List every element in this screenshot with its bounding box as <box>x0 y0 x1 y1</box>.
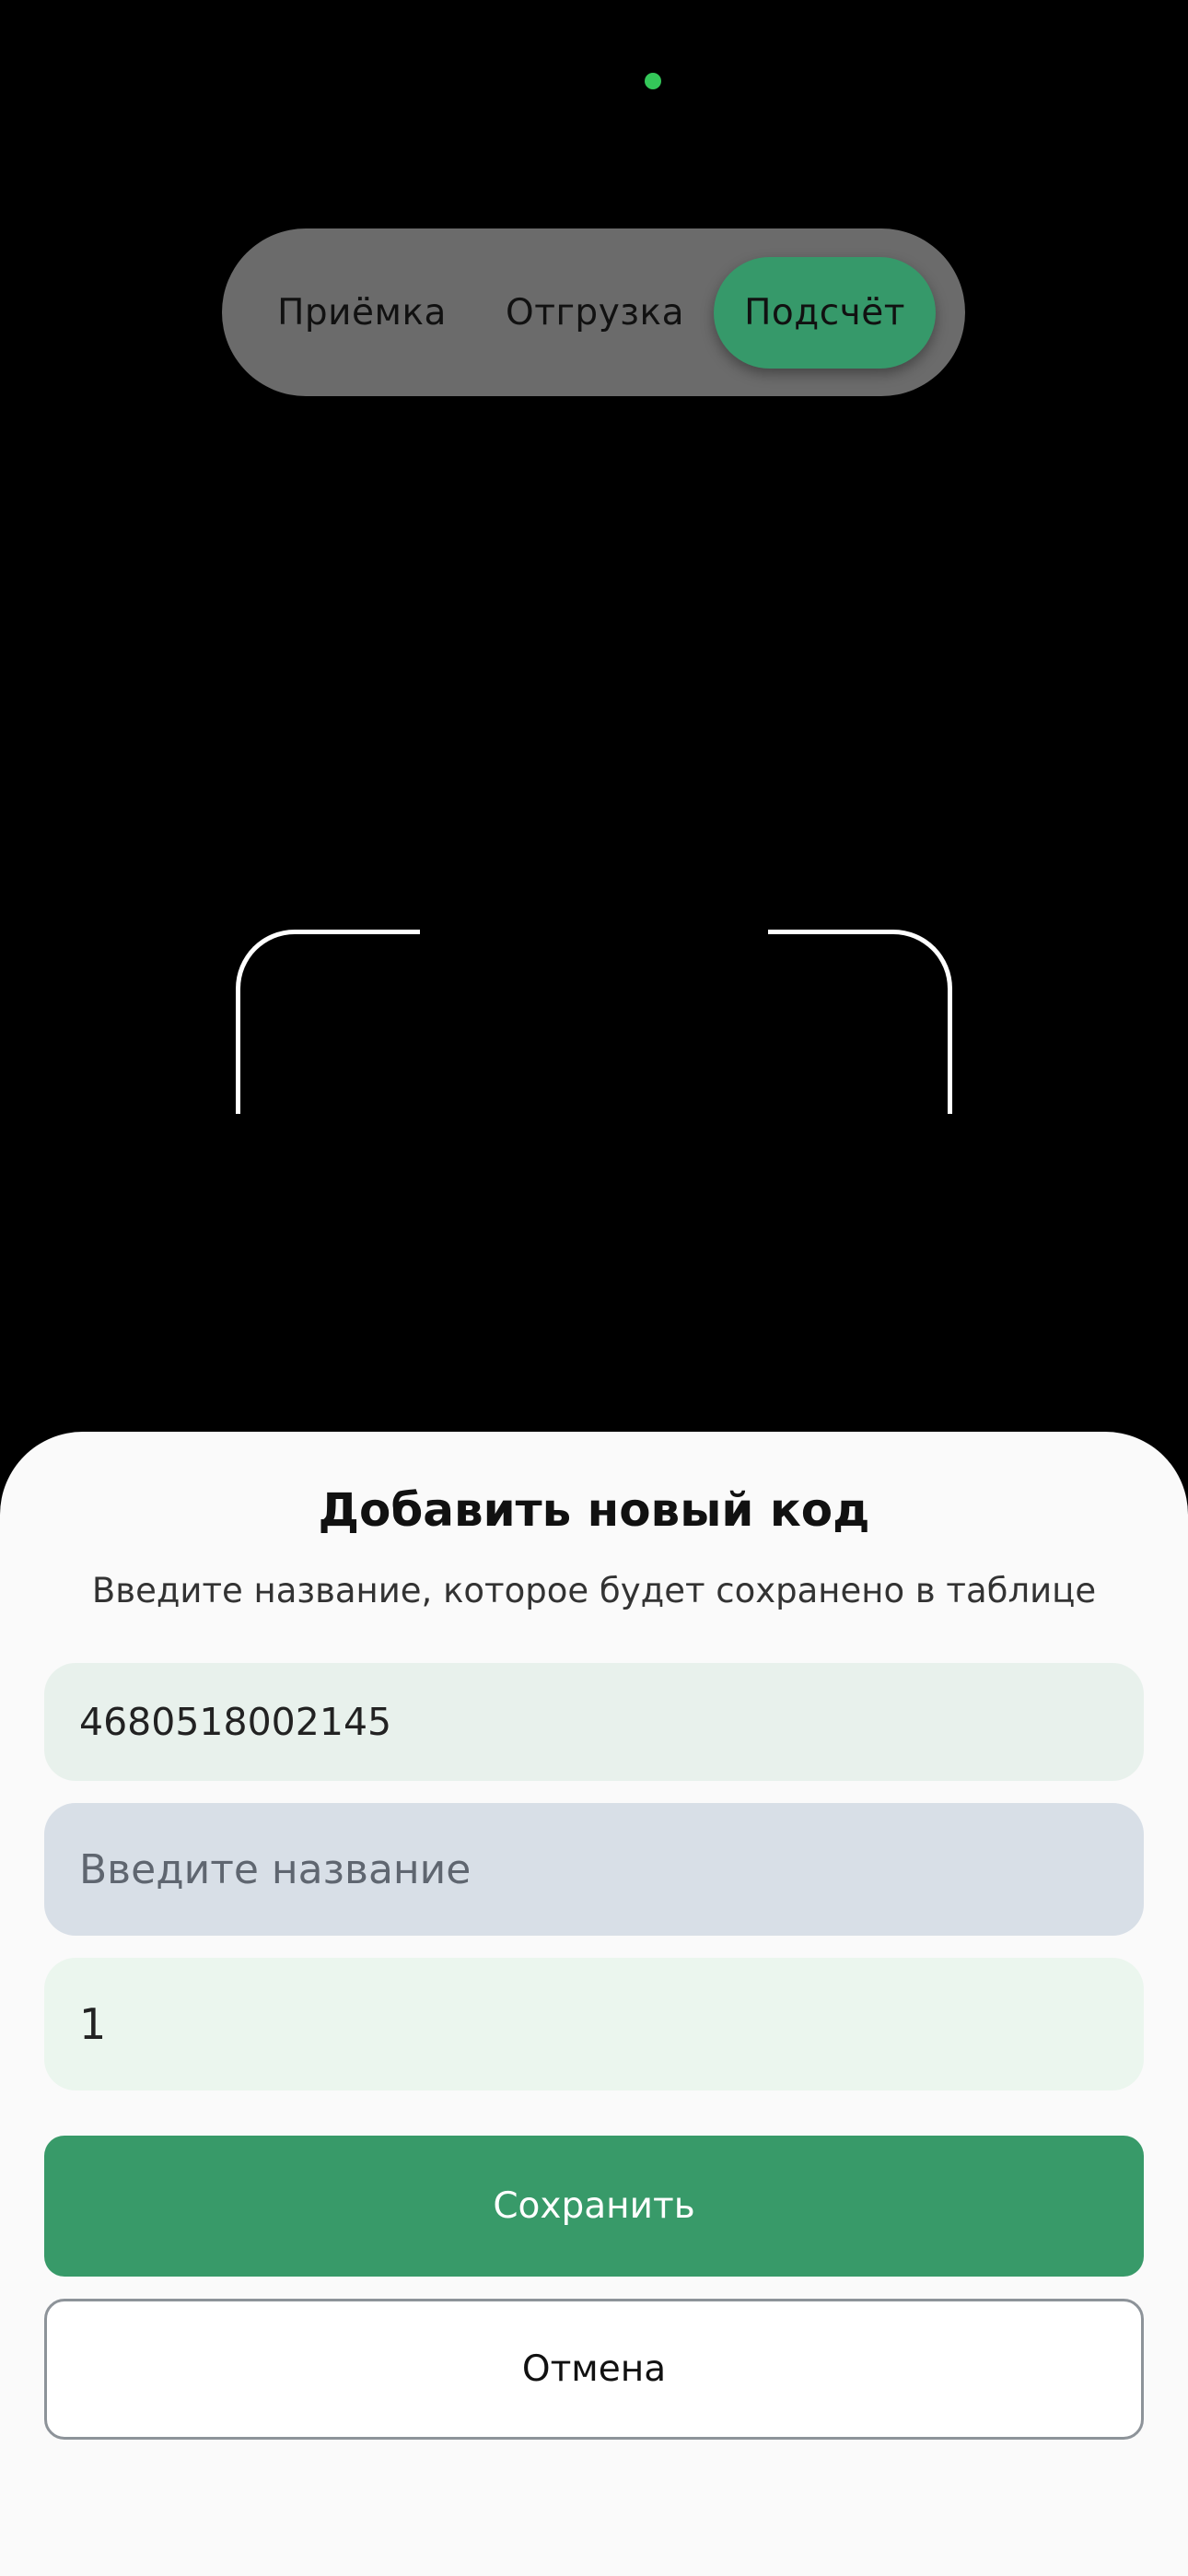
add-code-bottom-sheet: Добавить новый код Введите название, кот… <box>0 1432 1188 2576</box>
dialog-title: Добавить новый код <box>318 1483 870 1537</box>
tab-receiving[interactable]: Приёмка <box>248 257 476 369</box>
mode-switch: Приёмка Отгрузка Подсчёт <box>222 228 965 396</box>
dialog-subtitle: Введите название, которое будет сохранен… <box>91 1571 1097 1610</box>
tab-shipping[interactable]: Отгрузка <box>476 257 714 369</box>
name-input[interactable] <box>44 1803 1144 1936</box>
tab-counting[interactable]: Подсчёт <box>714 256 936 369</box>
save-button[interactable]: Сохранить <box>44 2136 1144 2277</box>
camera-indicator-dot <box>645 73 661 89</box>
scanner-screen: Приёмка Отгрузка Подсчёт Добавить новый … <box>0 0 1188 2576</box>
scan-frame-corner-top-right <box>768 930 952 1114</box>
code-field[interactable] <box>44 1663 1144 1781</box>
scan-frame-corner-top-left <box>236 930 420 1114</box>
quantity-input[interactable] <box>44 1958 1144 2090</box>
cancel-button[interactable]: Отмена <box>44 2299 1144 2440</box>
